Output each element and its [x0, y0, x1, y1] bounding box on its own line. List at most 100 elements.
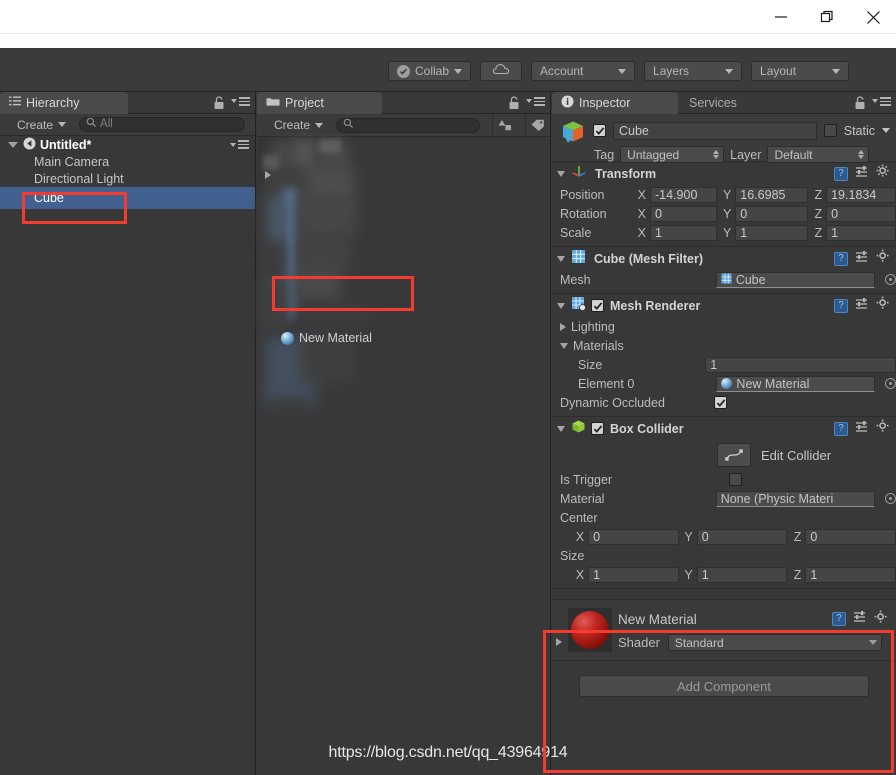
- element0-picker-icon[interactable]: [885, 378, 896, 389]
- project-item-new-material[interactable]: New Material: [281, 331, 372, 345]
- layout-button[interactable]: Layout: [751, 61, 850, 81]
- cloud-button[interactable]: [480, 61, 523, 81]
- close-button[interactable]: [850, 0, 896, 34]
- restore-button[interactable]: [804, 0, 850, 34]
- help-icon[interactable]: ?: [834, 298, 848, 313]
- center-z-input[interactable]: 0: [805, 528, 896, 545]
- mesh-filter-header[interactable]: Cube (Mesh Filter) ?: [552, 247, 896, 270]
- rotation-y-input[interactable]: 0: [735, 205, 808, 222]
- tab-hierarchy[interactable]: Hierarchy: [0, 92, 128, 114]
- add-component-button[interactable]: Add Component: [579, 675, 869, 697]
- scale-z-input[interactable]: 1: [826, 224, 896, 241]
- collider-material-object-field[interactable]: None (Physic Materi: [715, 490, 875, 507]
- inspector-lock-icon[interactable]: [854, 96, 866, 115]
- element0-object-field[interactable]: New Material: [716, 375, 875, 392]
- filter-by-type-icon[interactable]: [492, 113, 517, 137]
- gear-icon[interactable]: [876, 296, 890, 315]
- minimize-button[interactable]: [758, 0, 804, 34]
- size-z-input[interactable]: 1: [805, 566, 896, 583]
- static-checkbox[interactable]: [823, 124, 837, 137]
- project-search-input[interactable]: [336, 117, 480, 133]
- hierarchy-item-directional-light[interactable]: Directional Light: [0, 170, 255, 187]
- help-icon[interactable]: ?: [834, 166, 848, 181]
- scale-y-input[interactable]: 1: [735, 224, 808, 241]
- gear-icon[interactable]: [876, 419, 890, 438]
- chevron-down-icon: [618, 68, 627, 74]
- account-button[interactable]: Account: [531, 61, 636, 81]
- gear-icon[interactable]: [876, 164, 890, 183]
- size-x-input[interactable]: 1: [588, 566, 679, 583]
- mesh-object-field[interactable]: Cube: [715, 271, 875, 288]
- position-x-input[interactable]: -14.900: [650, 186, 718, 203]
- chevron-down-icon[interactable]: [557, 170, 565, 177]
- preset-icon[interactable]: [855, 420, 869, 438]
- project-lock-icon[interactable]: [508, 96, 520, 115]
- preset-icon[interactable]: [855, 250, 869, 268]
- edit-collider-label: Edit Collider: [761, 447, 832, 463]
- hierarchy-item-main-camera[interactable]: Main Camera: [0, 153, 255, 170]
- rotation-y-value: 0: [740, 206, 748, 221]
- tab-services[interactable]: Services: [680, 92, 749, 114]
- filter-by-label-icon[interactable]: [525, 113, 550, 137]
- box-collider-enabled-checkbox[interactable]: [591, 422, 604, 435]
- materials-size-input[interactable]: 1: [705, 356, 896, 373]
- chevron-down-icon[interactable]: [557, 425, 565, 432]
- mesh-renderer-enabled-checkbox[interactable]: [591, 299, 604, 312]
- collab-button[interactable]: Collab: [388, 61, 472, 81]
- help-icon[interactable]: ?: [832, 612, 846, 626]
- transform-header[interactable]: Transform ?: [552, 162, 896, 185]
- is-trigger-checkbox[interactable]: [729, 473, 742, 486]
- hierarchy-scene-menu[interactable]: [230, 140, 249, 149]
- project-options-menu[interactable]: [526, 97, 545, 106]
- help-icon[interactable]: ?: [834, 251, 848, 266]
- scale-x-input[interactable]: 1: [650, 224, 718, 241]
- chevron-down-icon[interactable]: [8, 141, 18, 148]
- preset-icon[interactable]: [855, 297, 869, 315]
- dynamic-occluded-checkbox[interactable]: [714, 396, 727, 409]
- inspector-options-menu[interactable]: [872, 97, 891, 106]
- gear-icon[interactable]: [874, 610, 888, 629]
- tab-project[interactable]: Project: [257, 92, 382, 114]
- mesh-renderer-header[interactable]: Mesh Renderer ?: [552, 294, 896, 317]
- preset-icon[interactable]: [853, 610, 867, 628]
- center-y-input[interactable]: 0: [696, 528, 788, 545]
- static-dropdown-icon[interactable]: [882, 128, 890, 133]
- collider-material-picker-icon[interactable]: [885, 493, 896, 504]
- hierarchy-lock-icon[interactable]: [213, 96, 225, 115]
- size-y-input[interactable]: 1: [696, 566, 788, 583]
- chevron-down-icon[interactable]: [557, 302, 565, 309]
- material-foldout-icon[interactable]: [556, 638, 562, 646]
- rotation-z-input[interactable]: 0: [826, 205, 896, 222]
- gameobject-enabled-checkbox[interactable]: [593, 124, 606, 137]
- hierarchy-scene-row[interactable]: Untitled*: [0, 136, 255, 153]
- preset-icon[interactable]: [855, 165, 869, 183]
- box-collider-header[interactable]: Box Collider ?: [552, 417, 896, 440]
- box-collider-title: Box Collider: [610, 421, 684, 436]
- mesh-picker-icon[interactable]: [885, 274, 896, 285]
- project-create-button[interactable]: Create: [269, 117, 328, 133]
- hierarchy-item-cube[interactable]: Cube: [0, 187, 255, 209]
- chevron-down-icon[interactable]: [557, 255, 565, 262]
- position-y-input[interactable]: 16.6985: [735, 186, 808, 203]
- rotation-x-input[interactable]: 0: [650, 205, 718, 222]
- hierarchy-options-menu[interactable]: [231, 97, 250, 106]
- position-z-input[interactable]: 19.1834: [826, 186, 896, 203]
- hierarchy-search-input[interactable]: All: [79, 117, 245, 132]
- asset-folder-expand-icon[interactable]: [265, 171, 271, 179]
- edit-collider-button[interactable]: [717, 443, 751, 467]
- lighting-foldout[interactable]: Lighting: [552, 317, 896, 336]
- tag-dropdown[interactable]: Untagged: [620, 146, 725, 163]
- help-icon[interactable]: ?: [834, 421, 848, 436]
- gameobject-name-input[interactable]: Cube: [613, 121, 817, 140]
- project-assets-area[interactable]: New Material: [257, 137, 550, 775]
- center-x-input[interactable]: 0: [588, 528, 679, 545]
- shader-dropdown[interactable]: Standard: [667, 634, 882, 651]
- layer-dropdown[interactable]: Default: [767, 146, 870, 163]
- chevron-right-icon[interactable]: [560, 322, 566, 331]
- chevron-down-icon[interactable]: [560, 342, 568, 349]
- hierarchy-create-button[interactable]: Create: [12, 117, 71, 133]
- tab-inspector[interactable]: Inspector: [552, 92, 678, 114]
- layers-button[interactable]: Layers: [644, 61, 743, 81]
- gear-icon[interactable]: [876, 249, 890, 268]
- materials-foldout[interactable]: Materials: [552, 336, 896, 355]
